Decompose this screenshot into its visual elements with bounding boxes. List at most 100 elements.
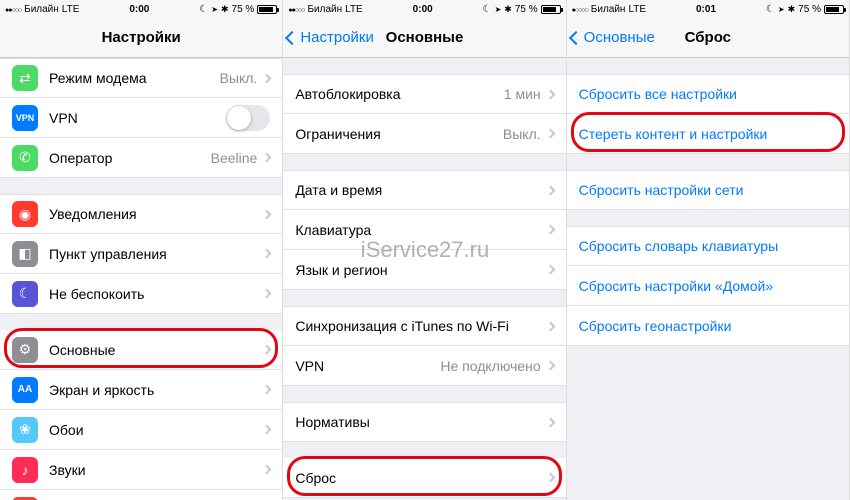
row-controlcenter[interactable]: ◧ Пункт управления bbox=[0, 234, 282, 274]
chevron-icon bbox=[262, 289, 272, 299]
chevron-icon bbox=[545, 417, 555, 427]
row-keyboard[interactable]: Клавиатура bbox=[283, 210, 565, 250]
row-value: Выкл. bbox=[220, 70, 258, 86]
dnd-row-icon: ☾ bbox=[12, 281, 38, 307]
row-general[interactable]: ⚙ Основные bbox=[0, 330, 282, 370]
battery-percent: 75 % bbox=[798, 4, 821, 15]
row-value: Beeline bbox=[211, 150, 258, 166]
page-title: Настройки bbox=[102, 29, 181, 46]
chevron-icon bbox=[545, 321, 555, 331]
row-restrictions[interactable]: Ограничения Выкл. bbox=[283, 114, 565, 154]
controlcenter-icon: ◧ bbox=[12, 241, 38, 267]
dnd-icon bbox=[199, 4, 208, 15]
row-reset-keyboard[interactable]: Сбросить словарь клавиатуры bbox=[567, 226, 849, 266]
screen-general: Билайн LTE 0:00 75 % Настройки Основные … bbox=[283, 0, 566, 500]
battery-percent: 75 % bbox=[232, 4, 255, 15]
vpn-toggle[interactable] bbox=[226, 105, 270, 131]
row-display[interactable]: AA Экран и яркость bbox=[0, 370, 282, 410]
status-time: 0:01 bbox=[696, 4, 716, 15]
network-label: LTE bbox=[628, 4, 646, 15]
bluetooth-icon bbox=[788, 4, 796, 15]
location-icon bbox=[211, 4, 218, 15]
gear-icon: ⚙ bbox=[12, 337, 38, 363]
signal-icon bbox=[288, 4, 304, 15]
chevron-icon bbox=[262, 73, 272, 83]
row-value: Не подключено bbox=[440, 358, 540, 374]
row-label: Сброс bbox=[295, 470, 546, 486]
row-label: Сбросить настройки сети bbox=[579, 182, 837, 198]
row-label: Сбросить настройки «Домой» bbox=[579, 278, 837, 294]
row-dnd[interactable]: ☾ Не беспокоить bbox=[0, 274, 282, 314]
status-bar: Билайн LTE 0:00 75 % bbox=[0, 0, 282, 18]
row-label: Обои bbox=[49, 422, 263, 438]
row-autolock[interactable]: Автоблокировка 1 мин bbox=[283, 74, 565, 114]
navbar: Основные Сброс bbox=[567, 18, 849, 58]
chevron-icon bbox=[545, 89, 555, 99]
row-touchid[interactable]: ◉ Touch ID и пароль bbox=[0, 490, 282, 500]
vpn-icon: VPN bbox=[12, 105, 38, 131]
row-language[interactable]: Язык и регион bbox=[283, 250, 565, 290]
row-label: Пункт управления bbox=[49, 246, 263, 262]
row-value: 1 мин bbox=[504, 86, 541, 102]
row-reset-all[interactable]: Сбросить все настройки bbox=[567, 74, 849, 114]
battery-icon bbox=[541, 5, 561, 14]
hotspot-icon: ⇄ bbox=[12, 65, 38, 91]
row-label: Синхронизация с iTunes по Wi-Fi bbox=[295, 318, 546, 334]
back-chevron-icon bbox=[569, 30, 583, 44]
row-sounds[interactable]: ♪ Звуки bbox=[0, 450, 282, 490]
row-wallpaper[interactable]: ❀ Обои bbox=[0, 410, 282, 450]
row-datetime[interactable]: Дата и время bbox=[283, 170, 565, 210]
chevron-icon bbox=[262, 465, 272, 475]
row-label: Сбросить словарь клавиатуры bbox=[579, 238, 837, 254]
chevron-icon bbox=[262, 249, 272, 259]
row-label: Дата и время bbox=[295, 182, 546, 198]
navbar: Настройки bbox=[0, 18, 282, 58]
signal-icon bbox=[572, 4, 588, 15]
settings-list[interactable]: ⇄ Режим модема Выкл. VPN VPN ✆ Оператор … bbox=[0, 58, 282, 500]
row-reset-location[interactable]: Сбросить геонастройки bbox=[567, 306, 849, 346]
row-regulatory[interactable]: Нормативы bbox=[283, 402, 565, 442]
row-label: VPN bbox=[295, 358, 440, 374]
row-value: Выкл. bbox=[503, 126, 541, 142]
general-list[interactable]: Автоблокировка 1 мин Ограничения Выкл. Д… bbox=[283, 58, 565, 500]
row-itunes-sync[interactable]: Синхронизация с iTunes по Wi-Fi bbox=[283, 306, 565, 346]
status-bar: Билайн LTE 0:00 75 % bbox=[283, 0, 565, 18]
row-reset-home[interactable]: Сбросить настройки «Домой» bbox=[567, 266, 849, 306]
location-icon bbox=[778, 4, 785, 15]
display-icon: AA bbox=[12, 377, 38, 403]
row-reset-network[interactable]: Сбросить настройки сети bbox=[567, 170, 849, 210]
carrier-label: Билайн bbox=[307, 4, 342, 15]
chevron-icon bbox=[545, 225, 555, 235]
dnd-icon bbox=[766, 4, 775, 15]
dnd-icon bbox=[483, 4, 492, 15]
chevron-icon bbox=[262, 345, 272, 355]
chevron-icon bbox=[545, 185, 555, 195]
navbar: Настройки Основные bbox=[283, 18, 565, 58]
row-vpn[interactable]: VPN VPN bbox=[0, 98, 282, 138]
chevron-icon bbox=[545, 473, 555, 483]
chevron-icon bbox=[262, 385, 272, 395]
back-button[interactable]: Настройки bbox=[287, 29, 374, 46]
chevron-icon bbox=[262, 425, 272, 435]
location-icon bbox=[495, 4, 502, 15]
reset-list[interactable]: Сбросить все настройки Стереть контент и… bbox=[567, 58, 849, 500]
status-bar: Билайн LTE 0:01 75 % bbox=[567, 0, 849, 18]
back-button[interactable]: Основные bbox=[571, 29, 655, 46]
row-reset[interactable]: Сброс bbox=[283, 458, 565, 498]
carrier-label: Билайн bbox=[591, 4, 626, 15]
row-vpn[interactable]: VPN Не подключено bbox=[283, 346, 565, 386]
row-erase[interactable]: Стереть контент и настройки bbox=[567, 114, 849, 154]
row-label: Уведомления bbox=[49, 206, 263, 222]
bluetooth-icon bbox=[504, 4, 512, 15]
row-carrier[interactable]: ✆ Оператор Beeline bbox=[0, 138, 282, 178]
phone-icon: ✆ bbox=[12, 145, 38, 171]
back-label: Настройки bbox=[300, 29, 374, 46]
page-title: Сброс bbox=[685, 29, 731, 46]
row-label: Экран и яркость bbox=[49, 382, 263, 398]
row-notifications[interactable]: ◉ Уведомления bbox=[0, 194, 282, 234]
chevron-icon bbox=[545, 265, 555, 275]
row-hotspot[interactable]: ⇄ Режим модема Выкл. bbox=[0, 58, 282, 98]
battery-icon bbox=[257, 5, 277, 14]
bluetooth-icon bbox=[221, 4, 229, 15]
battery-percent: 75 % bbox=[515, 4, 538, 15]
